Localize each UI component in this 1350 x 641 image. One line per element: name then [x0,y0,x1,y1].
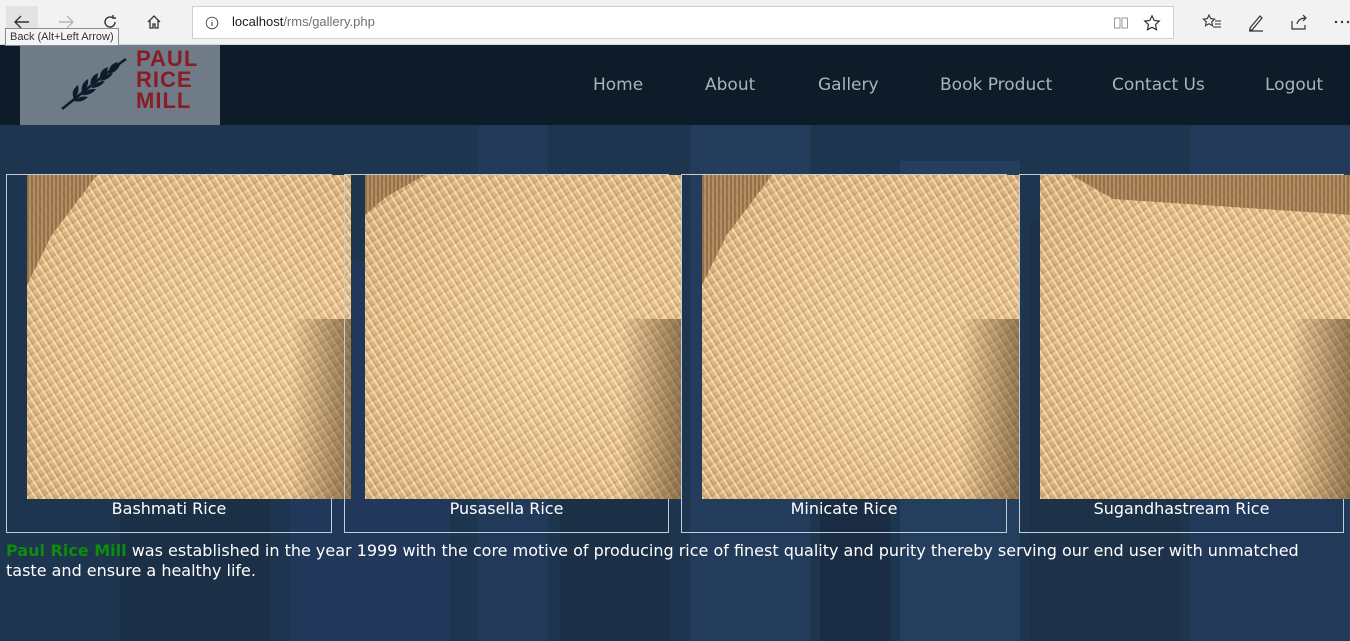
pen-icon [1249,15,1263,32]
gallery-caption: Sugandhastream Rice [1093,499,1270,518]
logo-line: PAUL [136,46,199,71]
home-icon [147,15,161,29]
gallery-caption: Bashmati Rice [111,499,227,518]
more-dots-icon [1334,20,1350,24]
page-content: PAUL RICE MILL Home About Gallery Book P… [0,45,1350,641]
rice-photo[interactable] [702,175,1020,499]
gallery-card[interactable]: Pusasella Rice [344,174,681,533]
favorites-button[interactable] [1202,12,1222,32]
gallery-caption: Pusasella Rice [449,499,564,518]
nav-home[interactable]: Home [593,75,643,95]
logo-line: MILL [136,88,192,113]
nav-about[interactable]: About [705,75,755,95]
address-bar[interactable]: localhost/rms/gallery.php [192,6,1174,39]
logo-text: PAUL RICE MILL [136,46,199,113]
browser-toolbar: Back (Alt+Left Arrow) localhost/rms/gall… [0,0,1350,46]
gallery-card[interactable]: Sugandhastream Rice [1019,174,1350,533]
site-logo[interactable]: PAUL RICE MILL [20,45,220,125]
favorite-star-icon[interactable] [1143,14,1161,32]
nav-logout[interactable]: Logout [1265,75,1323,95]
gallery-caption: Minicate Rice [790,499,898,518]
rice-photo[interactable] [365,175,681,499]
share-icon [1291,14,1307,30]
url-text[interactable]: localhost/rms/gallery.php [232,14,375,29]
nav-contact-us[interactable]: Contact Us [1112,75,1205,95]
logo-line: RICE [136,67,193,92]
home-button[interactable] [138,6,170,38]
back-tooltip: Back (Alt+Left Arrow) [5,28,119,46]
url-host: localhost [232,14,284,29]
wheat-leaf-icon [61,57,127,110]
brand-name: Paul Rice Mill [6,541,127,560]
info-icon[interactable] [205,16,219,30]
rice-photo[interactable] [1040,175,1350,499]
web-notes-button[interactable] [1246,12,1266,32]
gallery-card[interactable]: Bashmati Rice [6,174,351,533]
nav-gallery[interactable]: Gallery [818,75,879,95]
share-button[interactable] [1289,12,1309,32]
nav-book-product[interactable]: Book Product [940,75,1052,95]
site-header: PAUL RICE MILL Home About Gallery Book P… [0,45,1350,125]
about-paragraph: Paul Rice Mill was established in the ye… [6,541,1336,581]
reading-view-icon[interactable] [1113,15,1129,31]
favorites-list-icon [1202,13,1221,28]
about-text: was established in the year 1999 with th… [6,541,1299,580]
more-button[interactable] [1333,12,1350,32]
rice-photo[interactable] [27,175,351,499]
gallery-card[interactable]: Minicate Rice [681,174,1020,533]
url-path: /rms/gallery.php [283,14,375,29]
